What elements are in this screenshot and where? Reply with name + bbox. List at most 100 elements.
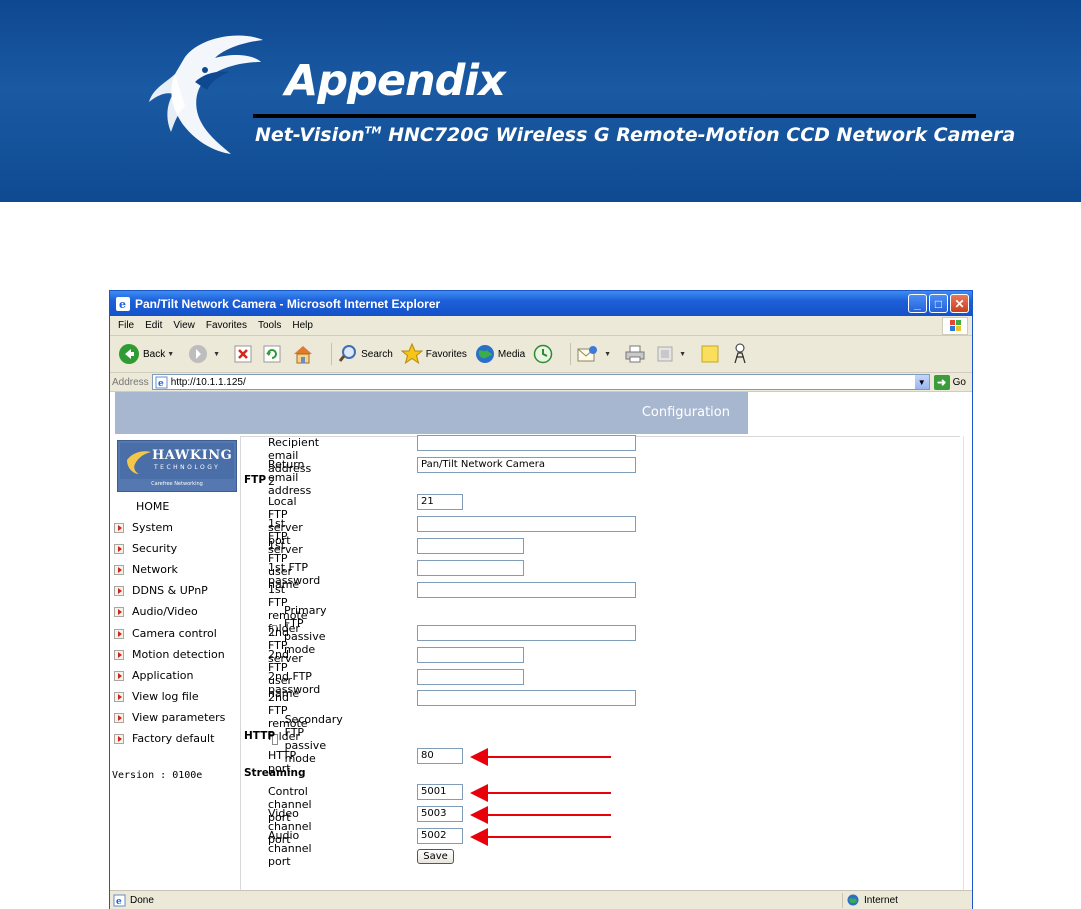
red-arrow-bullet-icon [114,649,124,660]
nav-item-audio-video[interactable]: Audio/Video [114,605,198,618]
window-titlebar[interactable]: e Pan/Tilt Network Camera - Microsoft In… [110,291,972,316]
red-arrow-bullet-icon [114,585,124,596]
go-label: Go [952,376,966,388]
address-input[interactable]: e http://10.1.1.125/ ▼ [151,374,930,390]
forward-dropdown-icon[interactable]: ▼ [213,351,220,358]
history-button[interactable] [533,344,556,364]
nav-item-label: DDNS & UPnP [132,584,208,597]
nav-item-label: Camera control [132,627,217,640]
ftp2-server-field[interactable] [417,625,636,641]
save-button[interactable]: Save [417,849,454,864]
address-label: Address [112,376,149,388]
media-label: Media [497,348,526,360]
ftp2-folder-field[interactable] [417,690,636,706]
maximize-button[interactable]: □ [929,294,948,313]
discuss-button[interactable] [700,344,723,364]
ftp1-server-field[interactable] [417,516,636,532]
security-zone[interactable]: Internet [842,892,972,908]
forward-arrow-icon [189,345,208,363]
nav-item-network[interactable]: Network [114,563,178,576]
nav-item-motion-detection[interactable]: Motion detection [114,648,225,661]
nav-item-view-parameters[interactable]: View parameters [114,711,225,724]
back-label: Back [143,348,166,360]
menu-view[interactable]: View [173,320,195,331]
red-arrow-bullet-icon [114,712,124,723]
nav-home[interactable]: HOME [136,500,169,513]
subtitle-brand: Net-Vision [255,124,365,146]
menu-file[interactable]: File [118,320,134,331]
home-icon [294,346,313,364]
close-button[interactable]: ✕ [950,294,969,313]
configuration-title: Configuration [641,405,730,420]
ftp-section-heading: FTP [244,474,267,486]
nav-item-label: View log file [132,690,199,703]
back-arrow-icon [119,344,139,364]
control-channel-port-field[interactable]: 5001 [417,784,463,800]
nav-item-system[interactable]: System [114,521,173,534]
nav-item-label: Audio/Video [132,605,198,618]
trademark-mark: TM [364,125,382,137]
home-button[interactable] [292,344,317,364]
scroll-edge-line [963,436,964,890]
page-icon: e [155,376,168,389]
address-bar: Address e http://10.1.1.125/ ▼ ➜ Go [110,373,972,392]
hawk-icon [127,451,151,474]
search-button[interactable]: Search [338,344,393,364]
ftp2-user-field[interactable] [417,647,524,663]
back-button[interactable]: Back ▼ [118,343,180,365]
menu-favorites[interactable]: Favorites [206,320,247,331]
stop-button[interactable] [234,345,255,363]
arrow-http-port-icon [470,748,611,766]
red-arrow-bullet-icon [114,606,124,617]
return-email-field[interactable]: Pan/Tilt Network Camera [417,457,636,473]
video-channel-port-field[interactable]: 5003 [417,806,463,822]
minimize-icon: _ [914,296,921,311]
mail-button[interactable]: ▼ [577,345,617,363]
recipient-email-2-field[interactable] [417,435,636,451]
edit-button[interactable]: ▼ [656,345,692,363]
mail-dropdown-icon[interactable]: ▼ [604,351,611,358]
print-button[interactable] [625,345,648,363]
arrow-video-port-icon [470,806,611,824]
menu-help[interactable]: Help [292,320,313,331]
back-dropdown-icon[interactable]: ▼ [167,351,174,358]
red-arrow-bullet-icon [114,670,124,681]
go-button[interactable]: ➜ Go [933,374,966,390]
nav-item-security[interactable]: Security [114,542,177,555]
nav-item-ddns-upnp[interactable]: DDNS & UPnP [114,584,208,597]
ftp1-folder-field[interactable] [417,582,636,598]
media-button[interactable]: Media [475,344,525,364]
nav-item-application[interactable]: Application [114,669,193,682]
favorites-button[interactable]: Favorites [400,343,467,365]
favorites-star-icon [400,343,423,365]
minimize-button[interactable]: _ [908,294,927,313]
menu-tools[interactable]: Tools [258,320,281,331]
red-arrow-bullet-icon [114,543,124,554]
nav-item-view-log-file[interactable]: View log file [114,690,199,703]
forward-button[interactable]: ▼ [188,344,226,364]
local-ftp-port-field[interactable]: 21 [417,494,463,510]
ftp2-password-field[interactable] [417,669,524,685]
svg-text:e: e [119,298,126,311]
return-email-label: Return email address [268,458,312,497]
audio-channel-port-field[interactable]: 5002 [417,828,463,844]
internet-globe-icon [847,894,859,906]
http-port-field[interactable]: 80 [417,748,463,764]
ftp1-password-field[interactable] [417,560,524,576]
nav-item-label: Security [132,542,178,555]
messenger-button[interactable] [731,343,752,365]
hawking-logo[interactable]: HAWKING TECHNOLOGY Carefree Networking [117,440,237,492]
print-icon [625,345,645,363]
address-dropdown-icon[interactable]: ▼ [914,375,929,389]
ftp1-user-field[interactable] [417,538,524,554]
favorites-label: Favorites [425,348,467,360]
toolbar-separator [570,343,572,365]
edit-dropdown-icon[interactable]: ▼ [679,351,686,358]
mail-icon [577,346,598,362]
red-arrow-bullet-icon [114,564,124,575]
nav-item-camera-control[interactable]: Camera control [114,627,217,640]
menu-edit[interactable]: Edit [145,320,162,331]
refresh-button[interactable] [263,345,284,363]
nav-item-factory-default[interactable]: Factory default [114,732,214,745]
nav-item-label: Application [132,669,194,682]
